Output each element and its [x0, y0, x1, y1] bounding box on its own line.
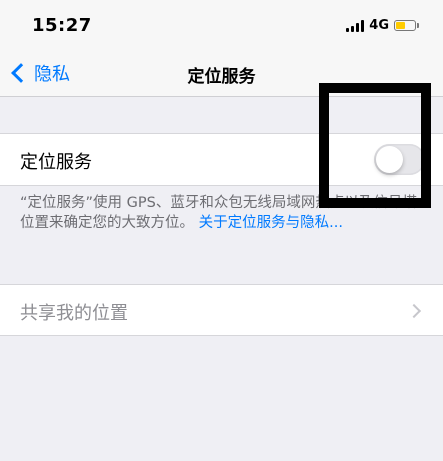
location-services-label: 定位服务: [20, 152, 92, 173]
highlight-annotation-box: [319, 83, 431, 208]
status-time: 15:27: [32, 15, 92, 36]
signal-bars-icon: [346, 19, 365, 32]
chevron-right-icon: [406, 303, 422, 319]
battery-icon: [394, 20, 416, 31]
status-bar: 15:27 4G: [0, 0, 443, 50]
battery-fill: [396, 22, 405, 29]
privacy-link[interactable]: 关于定位服务与隐私...: [199, 215, 343, 231]
share-my-location-label: 共享我的位置: [20, 303, 128, 324]
network-type: 4G: [369, 18, 389, 33]
share-my-location-row[interactable]: 共享我的位置: [0, 284, 443, 336]
battery-cap: [417, 23, 419, 28]
status-indicators: 4G: [346, 18, 419, 33]
